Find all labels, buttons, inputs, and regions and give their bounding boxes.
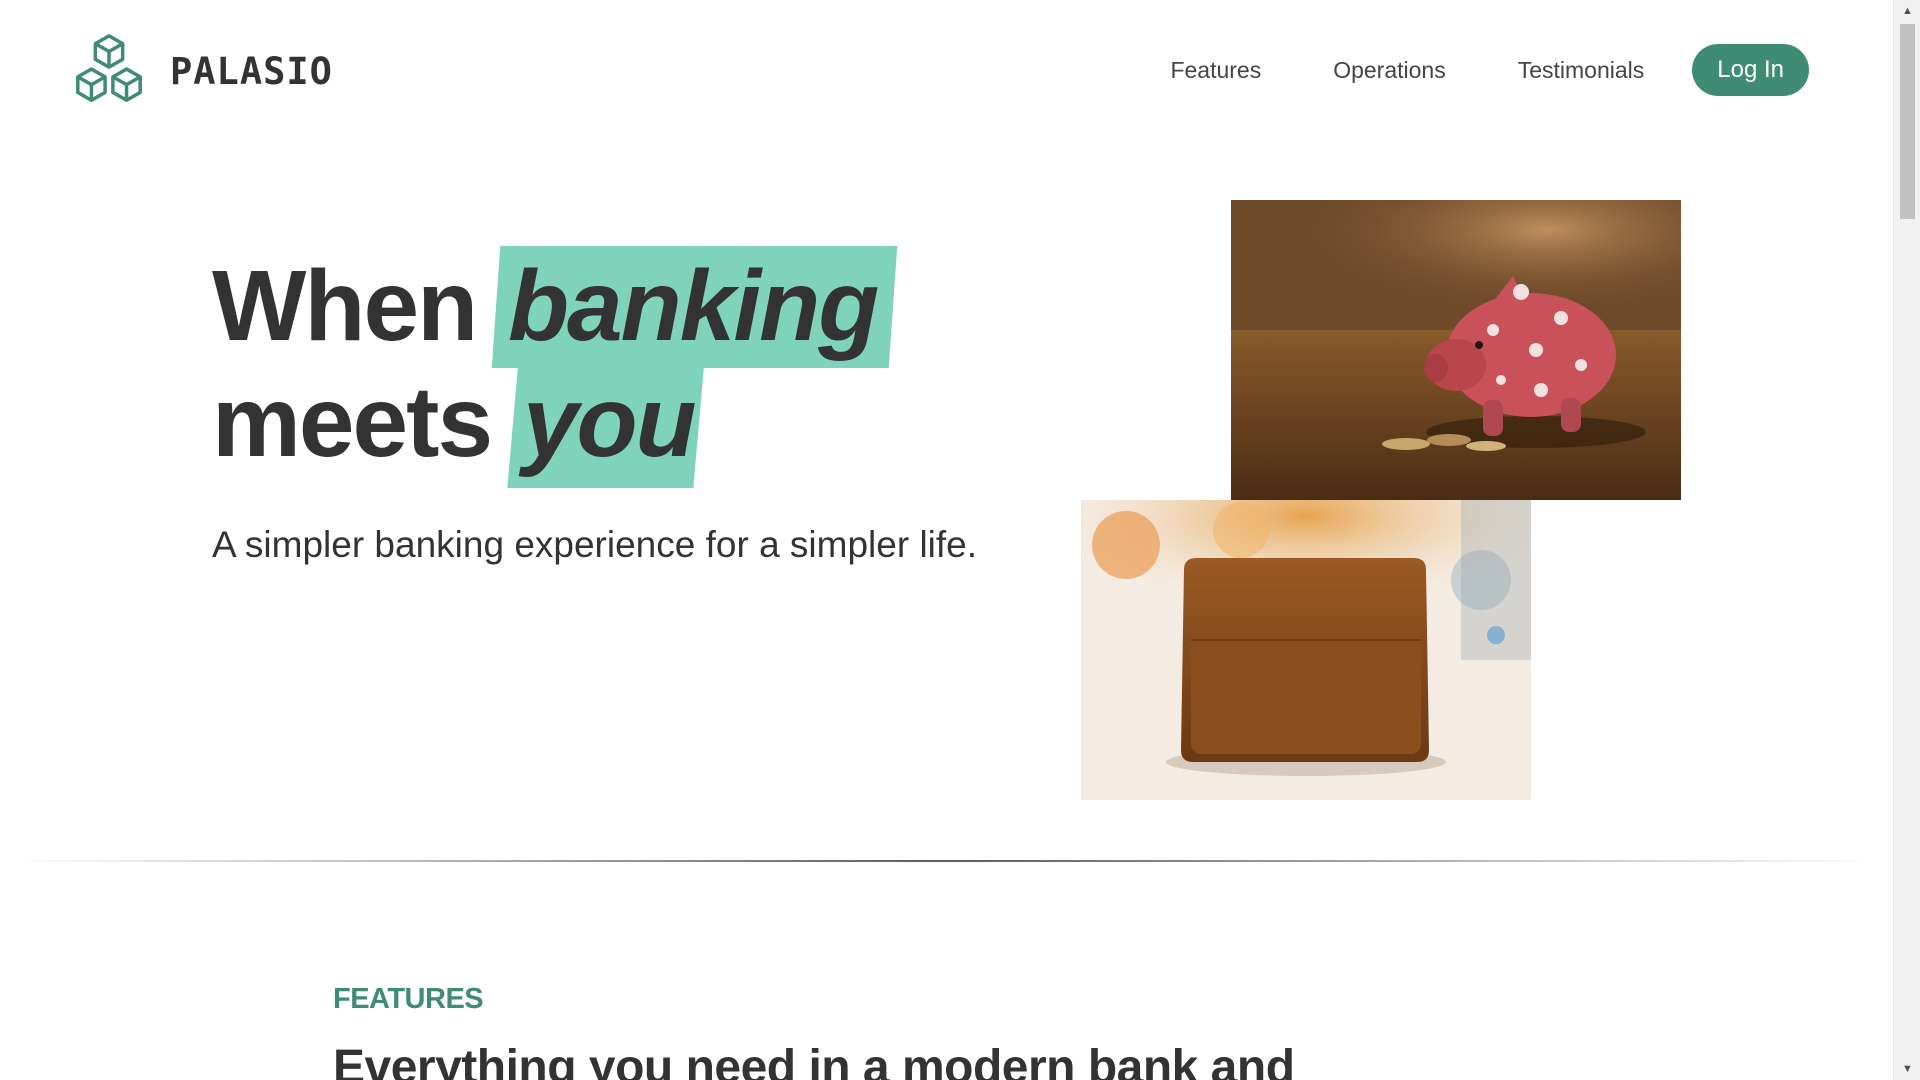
piggy-bank-photo [1231, 200, 1681, 500]
wallet-with-cards-photo: VISA [1081, 500, 1531, 800]
nav-link-features[interactable]: Features [1170, 44, 1261, 96]
brand-logo[interactable]: PALASIO [70, 32, 333, 110]
hero-title: When banking meets you [212, 248, 883, 480]
nav-link-testimonials[interactable]: Testimonials [1518, 44, 1645, 96]
hero-title-plain-1: When [212, 250, 502, 362]
scroll-thumb[interactable] [1900, 24, 1915, 219]
piggy-bank-illustration [1231, 200, 1681, 500]
hero-title-line-2: meets you [212, 364, 883, 480]
scroll-down-arrow-icon[interactable]: ▼ [1894, 1058, 1920, 1080]
hero-title-plain-2: meets [212, 366, 517, 478]
features-section-heading: Everything you need in a modern bank and [333, 1041, 1295, 1080]
cubes-icon [76, 34, 142, 103]
scroll-up-arrow-icon[interactable]: ▲ [1894, 0, 1920, 22]
nav-links: Features Operations Testimonials Log In [1170, 44, 1809, 96]
page-scrollbar[interactable]: ▲ ▼ [1893, 0, 1920, 1080]
hero-title-highlight-banking: banking [502, 248, 883, 364]
hero-subtitle: A simpler banking experience for a simpl… [212, 524, 978, 565]
wallet-illustration: VISA [1081, 500, 1531, 800]
hero-title-highlight-you: you [517, 364, 701, 480]
features-section-label: FEATURES [333, 983, 484, 1015]
login-button[interactable]: Log In [1692, 44, 1809, 96]
brand-name: PALASIO [170, 49, 333, 93]
nav-link-operations[interactable]: Operations [1333, 44, 1446, 96]
top-navigation: PALASIO Features Operations Testimonials… [0, 0, 1893, 140]
section-divider [10, 860, 1880, 862]
hero-title-line-1: When banking [212, 248, 883, 364]
